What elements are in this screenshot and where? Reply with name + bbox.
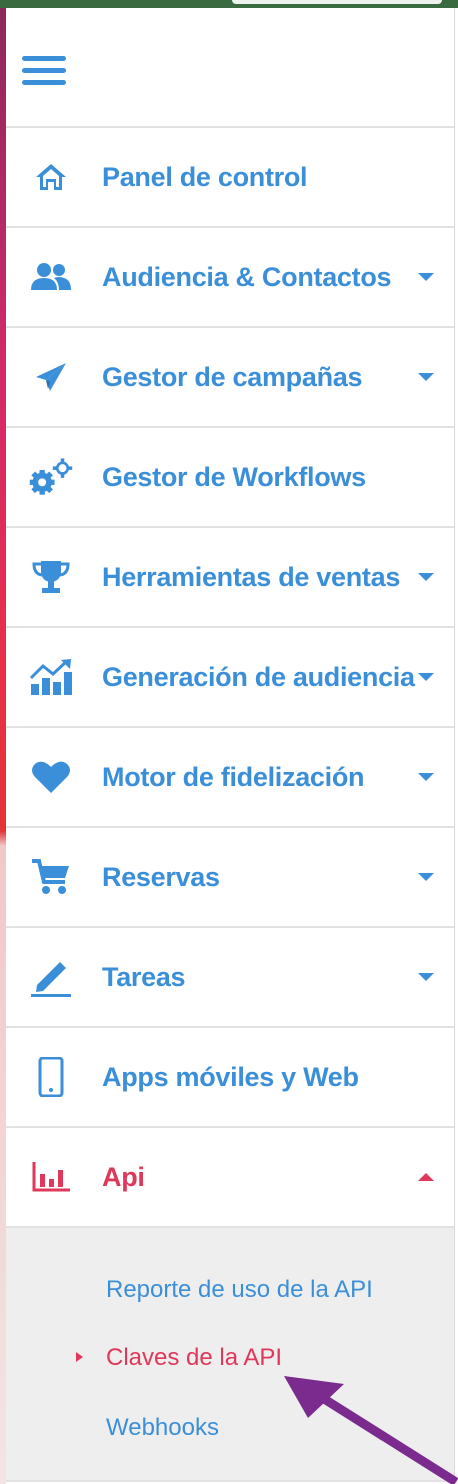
sidebar-item-label: Api: [102, 1161, 145, 1192]
heart-icon: [28, 754, 74, 800]
sidebar-item-label: Herramientas de ventas: [102, 561, 401, 592]
chevron-down-icon: [418, 673, 434, 681]
top-bar: [0, 0, 458, 8]
gears-icon: [28, 454, 74, 500]
sidebar-item-panel-de-control[interactable]: Panel de control: [6, 128, 454, 228]
chevron-up-icon: [418, 1173, 434, 1181]
sidebar-item-label: Reservas: [102, 861, 220, 892]
chevron-down-icon: [418, 573, 434, 581]
submenu-item-claves-api[interactable]: Claves de la API: [106, 1344, 282, 1372]
sidebar-item-label: Generación de audiencia: [102, 661, 415, 692]
submenu-item-reporte-uso-api[interactable]: Reporte de uso de la API: [106, 1276, 373, 1304]
sidebar-item-label: Apps móviles y Web: [102, 1061, 359, 1092]
sidebar-item-generacion-de-audiencia[interactable]: Generación de audiencia: [6, 628, 454, 728]
sidebar-item-label: Audiencia & Contactos: [102, 261, 392, 292]
menu-list: Panel de control Audiencia & Contactos G…: [6, 128, 454, 1482]
bar-chart-icon: [28, 1154, 74, 1200]
sidebar-item-audiencia-contactos[interactable]: Audiencia & Contactos: [6, 228, 454, 328]
sidebar-item-gestor-de-campanas[interactable]: Gestor de campañas: [6, 328, 454, 428]
sidebar-item-label: Gestor de Workflows: [102, 461, 366, 492]
home-icon: [28, 154, 74, 200]
chevron-down-icon: [418, 273, 434, 281]
chevron-down-icon: [418, 873, 434, 881]
users-icon: [28, 254, 74, 300]
chevron-down-icon: [418, 973, 434, 981]
mobile-icon: [28, 1054, 74, 1100]
sidebar-menu: Panel de control Audiencia & Contactos G…: [6, 8, 455, 1484]
sidebar-item-apps-moviles-web[interactable]: Apps móviles y Web: [6, 1028, 454, 1128]
growth-chart-icon: [28, 654, 74, 700]
sidebar-item-label: Motor de fidelización: [102, 761, 365, 792]
annotation-arrow-icon: [284, 1376, 458, 1484]
paper-plane-icon: [28, 354, 74, 400]
submenu-item-webhooks[interactable]: Webhooks: [106, 1414, 219, 1442]
sidebar-item-api[interactable]: Api: [6, 1128, 454, 1228]
chevron-down-icon: [418, 373, 434, 381]
top-search-pill: [232, 0, 442, 4]
pencil-icon: [28, 954, 74, 1000]
sidebar-item-herramientas-de-ventas[interactable]: Herramientas de ventas: [6, 528, 454, 628]
active-indicator-icon: [76, 1352, 83, 1362]
chevron-down-icon: [418, 773, 434, 781]
sidebar-item-tareas[interactable]: Tareas: [6, 928, 454, 1028]
sidebar-item-label: Gestor de campañas: [102, 361, 363, 392]
trophy-icon: [28, 554, 74, 600]
menu-header: [6, 8, 454, 128]
sidebar-item-gestor-de-workflows[interactable]: Gestor de Workflows: [6, 428, 454, 528]
sidebar-item-label: Panel de control: [102, 161, 308, 192]
sidebar-item-reservas[interactable]: Reservas: [6, 828, 454, 928]
sidebar-item-label: Tareas: [102, 961, 186, 992]
sidebar-item-motor-de-fidelizacion[interactable]: Motor de fidelización: [6, 728, 454, 828]
cart-icon: [28, 854, 74, 900]
hamburger-menu-icon[interactable]: [22, 56, 66, 86]
